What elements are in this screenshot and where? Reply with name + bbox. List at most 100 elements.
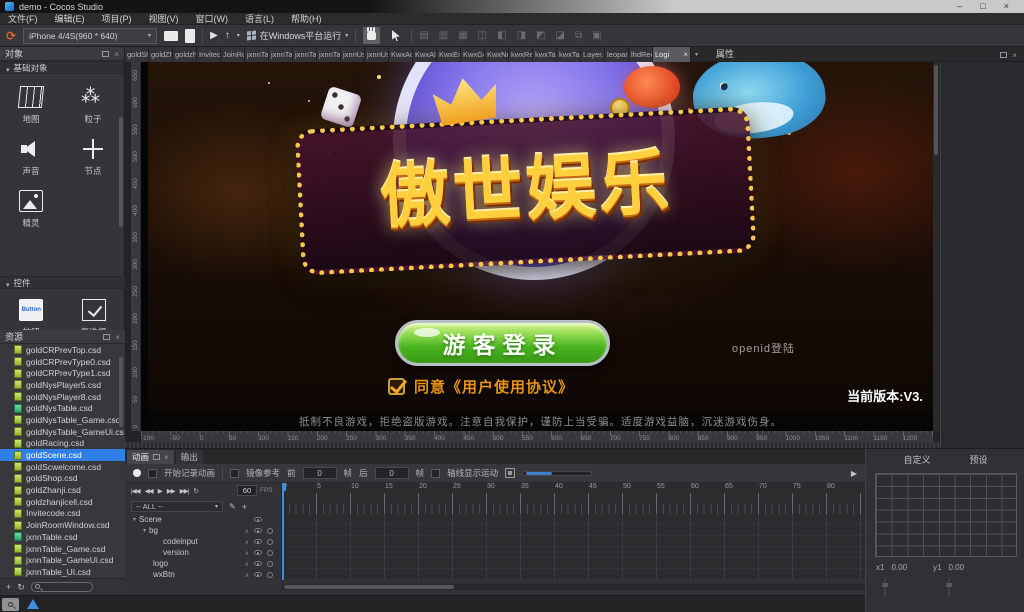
curve-editor-grid[interactable]: [875, 473, 1017, 557]
menu-item[interactable]: 文件(F): [8, 12, 38, 25]
tab-overflow-icon[interactable]: ▾: [695, 51, 698, 58]
document-tab[interactable]: goldZh:: [149, 47, 173, 62]
file-list-item[interactable]: goldShop.csd: [0, 473, 125, 485]
object-palette-item[interactable]: 地图: [0, 80, 62, 132]
tab-custom-curve[interactable]: 自定义: [903, 453, 930, 466]
collapse-track-icon[interactable]: [245, 526, 249, 535]
file-list-item[interactable]: goldCRPrevTop.csd: [0, 344, 125, 356]
document-tab[interactable]: jxnnUs:: [341, 47, 365, 62]
document-tab[interactable]: KwxNo:: [485, 47, 509, 62]
visibility-icon[interactable]: [254, 517, 262, 522]
lock-icon[interactable]: [267, 550, 273, 556]
track-filter-select[interactable]: -- ALL -- ▾: [131, 501, 223, 512]
file-list-item[interactable]: jxnnTable_Game.csd: [0, 543, 125, 555]
object-palette-item[interactable]: 节点: [62, 132, 124, 184]
float-panel-icon[interactable]: [1000, 52, 1007, 58]
file-list-item[interactable]: goldNysPlayer5.csd: [0, 379, 125, 391]
file-list-item[interactable]: goldNysTable.csd: [0, 402, 125, 414]
timeline-tree-row[interactable]: ▾ wxBtn: [125, 569, 281, 580]
objects-scrollbar[interactable]: [119, 117, 123, 227]
menu-item[interactable]: 编辑(E): [55, 12, 85, 25]
playback-button[interactable]: |◀◀: [131, 487, 140, 495]
resources-scrollbar[interactable]: [119, 357, 123, 427]
agreement-checkbox[interactable]: [388, 378, 405, 395]
align-tool-icon[interactable]: ◧: [497, 30, 506, 42]
play-icon[interactable]: ▶: [210, 31, 218, 41]
visibility-icon[interactable]: [254, 561, 262, 566]
record-animation-checkbox[interactable]: [148, 469, 157, 478]
chevron-down-icon[interactable]: ▾: [143, 527, 146, 534]
float-panel-icon[interactable]: [103, 334, 110, 340]
collapse-track-icon[interactable]: [245, 559, 249, 568]
close-icon[interactable]: [1012, 51, 1017, 59]
add-resource-button[interactable]: +: [6, 582, 11, 592]
file-list-item[interactable]: JoinRoomWindow.csd: [0, 519, 125, 531]
file-list-item[interactable]: goldCRPrevType1.csd: [0, 367, 125, 379]
mirror-reference-checkbox[interactable]: [230, 469, 239, 478]
document-tab[interactable]: KwxEn:: [437, 47, 461, 62]
document-tab[interactable]: jxnnUs:: [365, 47, 389, 62]
file-list-item[interactable]: jxnnTable_UI.csd: [0, 566, 125, 578]
document-tab[interactable]: kwxRep: [509, 47, 533, 62]
before-frames-input[interactable]: 0: [303, 467, 337, 479]
resource-search-input[interactable]: [31, 582, 93, 592]
openid-login-label[interactable]: openid登陆: [732, 340, 795, 356]
document-tab[interactable]: Invitec:: [197, 47, 221, 62]
document-tab[interactable]: jxnnTal: [245, 47, 269, 62]
object-palette-item[interactable]: 粒子: [62, 80, 124, 132]
float-panel-icon[interactable]: [153, 454, 160, 460]
collapse-track-icon[interactable]: [245, 548, 249, 557]
timeline-tree-row[interactable]: ▾ logo: [125, 558, 281, 569]
device-select[interactable]: iPhone 4/4S(960 * 640) ▾: [23, 28, 157, 44]
menu-item[interactable]: 帮助(H): [291, 12, 322, 25]
collapse-track-icon[interactable]: [245, 537, 249, 546]
fps-input[interactable]: 60: [237, 485, 257, 496]
minimize-button[interactable]: –: [957, 0, 962, 13]
document-tab[interactable]: Layer.c: [581, 47, 605, 62]
playback-button[interactable]: ▶: [158, 487, 162, 495]
lock-icon[interactable]: [267, 561, 273, 567]
basic-objects-section-header[interactable]: 基础对象: [0, 61, 124, 74]
document-tab[interactable]: jxnnTal: [317, 47, 341, 62]
select-tool-button[interactable]: [387, 27, 404, 44]
playback-button[interactable]: ◀◀: [145, 487, 153, 495]
document-tab[interactable]: KwxAll:: [413, 47, 437, 62]
reload-icon[interactable]: ⟳: [6, 30, 16, 42]
file-list-item[interactable]: goldScwelcome.csd: [0, 461, 125, 473]
align-tool-icon[interactable]: ◨: [517, 30, 526, 42]
controls-section-header[interactable]: 控件: [0, 276, 125, 289]
close-icon[interactable]: [683, 47, 688, 62]
file-list-item[interactable]: goldNysPlayer8.csd: [0, 391, 125, 403]
timeline-zoom-icon[interactable]: [505, 468, 515, 478]
visibility-icon[interactable]: [254, 539, 262, 544]
landscape-orientation-button[interactable]: [164, 31, 178, 41]
visibility-icon[interactable]: [254, 572, 262, 577]
document-tab[interactable]: jxnnTal: [269, 47, 293, 62]
after-frames-input[interactable]: 0: [375, 467, 409, 479]
frame-tracks-grid[interactable]: [282, 514, 865, 580]
run-platform-select[interactable]: 在Windows平台运行 ▾: [247, 29, 349, 42]
file-list-item[interactable]: goldzhanjicell.csd: [0, 496, 125, 508]
lock-icon[interactable]: [267, 572, 273, 578]
status-warning-icon[interactable]: [27, 599, 39, 609]
document-tab[interactable]: goldzh:: [173, 47, 197, 62]
canvas-vertical-scrollbar[interactable]: [933, 62, 939, 431]
status-search-button[interactable]: [2, 598, 19, 611]
file-list-item[interactable]: jxnnTable.csd: [0, 531, 125, 543]
align-tool-icon[interactable]: ▥: [439, 30, 448, 42]
agreement-label[interactable]: 同意《用户使用协议》: [414, 376, 574, 397]
document-tab[interactable]: kwxTab: [557, 47, 581, 62]
scene-canvas[interactable]: 傲世娱乐 游客登录 同意《用户使用协议》 openid登陆 当前版本:V3. 抵…: [141, 62, 933, 431]
document-tab[interactable]: kwxTab: [533, 47, 557, 62]
lock-icon[interactable]: [267, 539, 273, 545]
menu-item[interactable]: 视图(V): [149, 12, 179, 25]
object-palette-item[interactable]: 声音: [0, 132, 62, 184]
align-tool-icon[interactable]: ◫: [478, 30, 487, 42]
add-icon[interactable]: +: [242, 502, 247, 512]
hand-tool-button[interactable]: [363, 27, 380, 44]
menu-item[interactable]: 窗口(W): [196, 12, 229, 25]
file-list-item[interactable]: goldNysTable_GameUi.cs: [0, 426, 125, 438]
playback-button[interactable]: ▶▶|: [180, 487, 189, 495]
file-list-item[interactable]: goldRacing.csd: [0, 438, 125, 450]
lock-icon[interactable]: [267, 528, 273, 534]
